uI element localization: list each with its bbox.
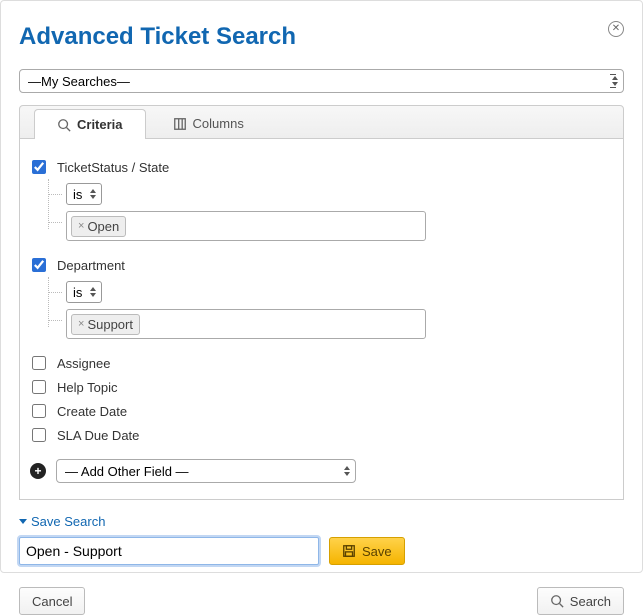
- add-field-select[interactable]: — Add Other Field —: [56, 459, 356, 483]
- add-field-icon[interactable]: +: [30, 463, 46, 479]
- token-support[interactable]: × Support: [71, 314, 140, 335]
- save-search-header-label: Save Search: [31, 514, 105, 529]
- add-field-row: + — Add Other Field —: [28, 459, 615, 483]
- save-search-name-input[interactable]: [19, 537, 319, 565]
- criteria-label-department: Department: [57, 258, 125, 273]
- criteria-row-sladuedate: SLA Due Date: [28, 423, 615, 447]
- remove-token-icon[interactable]: ×: [78, 220, 84, 232]
- columns-icon: [173, 117, 187, 131]
- criteria-row-helptopic: Help Topic: [28, 375, 615, 399]
- criteria-label-ticketstatus: TicketStatus / State: [57, 160, 169, 175]
- criteria-sub-department: is × Support: [48, 281, 615, 339]
- criteria-checkbox-department[interactable]: [32, 258, 46, 272]
- modal-footer: Cancel Search: [19, 587, 624, 615]
- criteria-checkbox-assignee[interactable]: [32, 356, 46, 370]
- tab-criteria-label: Criteria: [77, 117, 123, 132]
- tab-columns[interactable]: Columns: [150, 108, 267, 138]
- criteria-checkbox-helptopic[interactable]: [32, 380, 46, 394]
- search-button-label: Search: [570, 594, 611, 609]
- save-button-label: Save: [362, 544, 392, 559]
- save-search-section: Save Search Save: [19, 514, 624, 565]
- token-label: Support: [87, 317, 133, 332]
- search-icon: [57, 118, 71, 132]
- advanced-search-modal: ✕ Advanced Ticket Search —My Searches— C…: [0, 0, 643, 573]
- operator-select-department[interactable]: is: [66, 281, 102, 303]
- criteria-checkbox-createdate[interactable]: [32, 404, 46, 418]
- criteria-row-createdate: Create Date: [28, 399, 615, 423]
- tab-columns-label: Columns: [193, 116, 244, 131]
- my-searches-select-wrap: —My Searches—: [19, 69, 624, 93]
- criteria-row-ticketstatus: TicketStatus / State: [28, 155, 615, 179]
- criteria-label-assignee: Assignee: [57, 356, 110, 371]
- criteria-label-helptopic: Help Topic: [57, 380, 117, 395]
- close-icon[interactable]: ✕: [608, 21, 624, 37]
- criteria-label-sladuedate: SLA Due Date: [57, 428, 139, 443]
- tab-criteria[interactable]: Criteria: [34, 109, 146, 139]
- criteria-checkbox-ticketstatus[interactable]: [32, 160, 46, 174]
- floppy-icon: [342, 544, 356, 558]
- criteria-label-createdate: Create Date: [57, 404, 127, 419]
- cancel-button[interactable]: Cancel: [19, 587, 85, 615]
- value-input-ticketstatus[interactable]: × Open: [66, 211, 426, 241]
- value-input-department[interactable]: × Support: [66, 309, 426, 339]
- my-searches-select[interactable]: —My Searches—: [19, 69, 624, 93]
- token-open[interactable]: × Open: [71, 216, 126, 237]
- save-search-toggle[interactable]: Save Search: [19, 514, 624, 529]
- caret-down-icon: [19, 519, 27, 524]
- criteria-panel: TicketStatus / State is × Open: [19, 139, 624, 500]
- page-title: Advanced Ticket Search: [19, 23, 624, 51]
- search-icon: [550, 594, 564, 608]
- remove-token-icon[interactable]: ×: [78, 318, 84, 330]
- token-label: Open: [87, 219, 119, 234]
- criteria-row-department: Department: [28, 253, 615, 277]
- criteria-sub-ticketstatus: is × Open: [48, 183, 615, 241]
- operator-select-ticketstatus[interactable]: is: [66, 183, 102, 205]
- criteria-row-assignee: Assignee: [28, 351, 615, 375]
- search-button[interactable]: Search: [537, 587, 624, 615]
- criteria-checkbox-sladuedate[interactable]: [32, 428, 46, 442]
- cancel-button-label: Cancel: [32, 594, 72, 609]
- tabbar: Criteria Columns: [19, 105, 624, 139]
- save-button[interactable]: Save: [329, 537, 405, 565]
